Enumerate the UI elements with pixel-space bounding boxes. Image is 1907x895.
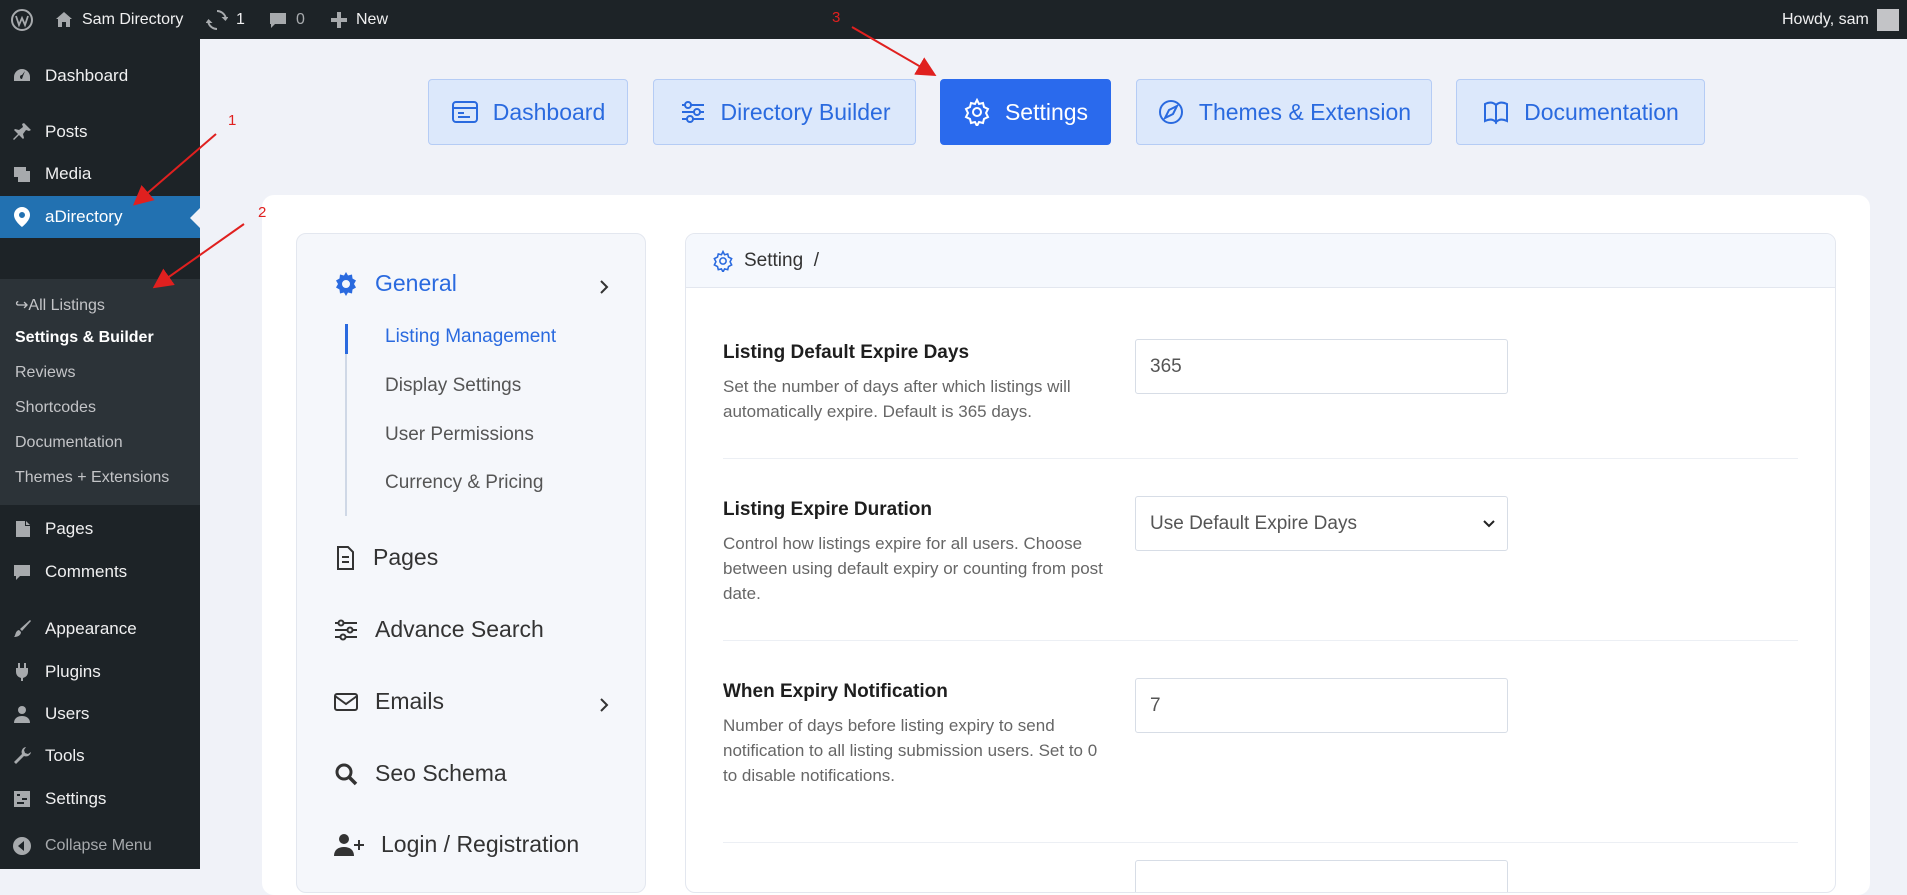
annotation-arrows [132, 26, 937, 289]
annotation-number: 2 [258, 204, 267, 221]
annotation-number: 3 [832, 9, 841, 26]
annotation-number: 1 [228, 112, 237, 129]
